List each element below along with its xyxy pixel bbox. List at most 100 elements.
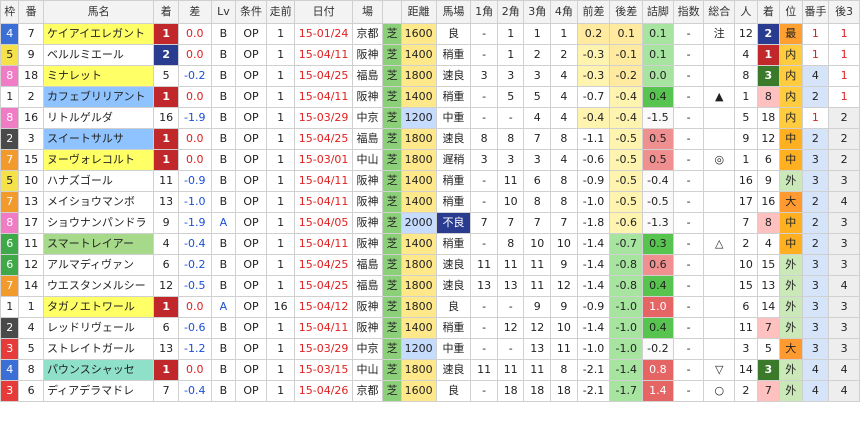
distance-cell: 1800 bbox=[400, 275, 437, 297]
table-row[interactable]: 1 2 カフェブリリアント 1 0.0 B OP 1 15-04/11 阪神芝 1400 稍重 -5 5 4… bbox=[0, 86, 860, 108]
column-header[interactable]: 後差 bbox=[609, 0, 644, 24]
table-row[interactable]: 2 4 レッドリヴェール 6 -0.6 B OP 1 15-04/11 阪神芝 1400 稍重 -12 1… bbox=[0, 317, 860, 339]
column-header[interactable]: 距離 bbox=[400, 0, 437, 24]
corner3-cell: 5 bbox=[523, 86, 552, 108]
prev-finish-cell: 14 bbox=[756, 296, 781, 318]
margin-cell: -0.2 bbox=[177, 65, 212, 87]
column-header[interactable]: 後3 bbox=[828, 0, 860, 24]
column-header[interactable]: 日付 bbox=[294, 0, 353, 24]
position-cell: 外 bbox=[779, 380, 803, 402]
table-row[interactable]: 8 16 リトルゲルダ 16 -1.9 B OP 1 15-03/29 中京芝 1200 中重 - -4 4… bbox=[0, 107, 860, 129]
back-diff-cell: -0.5 bbox=[609, 170, 644, 192]
overall-mark-cell bbox=[703, 44, 736, 66]
table-row[interactable]: 4 7 ケイアイエレガント 1 0.0 B OP 1 15-01/24 京都芝 1600 良 -1 1 1 0… bbox=[0, 23, 860, 45]
rank-cell: 3 bbox=[801, 149, 830, 171]
back-diff-cell: -0.8 bbox=[609, 254, 644, 276]
column-header[interactable]: 馬場 bbox=[435, 0, 472, 24]
column-header[interactable]: 着 bbox=[153, 0, 179, 24]
closing-cell: 0.1 bbox=[642, 23, 674, 45]
column-header[interactable]: 前差 bbox=[576, 0, 611, 24]
corner3-cell: 3 bbox=[523, 65, 552, 87]
column-header[interactable]: 番 bbox=[18, 0, 44, 24]
horse-name-cell: ベルルミエール bbox=[42, 44, 155, 66]
column-header[interactable]: 4角 bbox=[550, 0, 578, 24]
column-header[interactable] bbox=[382, 0, 402, 24]
table-row[interactable]: 3 5 ストレイトガール 13 -1.2 B OP 1 15-03/29 中京芝 1200 中重 - -1… bbox=[0, 338, 860, 360]
column-header[interactable]: 指数 bbox=[672, 0, 705, 24]
table-row[interactable]: 3 6 ディアデラマドレ 7 -0.4 B OP 1 15-04/26 京都芝 1600 良 -18 18… bbox=[0, 380, 860, 402]
column-header[interactable]: 馬名 bbox=[42, 0, 155, 24]
closing-cell: -0.2 bbox=[642, 338, 674, 360]
horse-number-cell: 15 bbox=[18, 149, 44, 171]
table-row[interactable]: 7 15 ヌーヴォレコルト 1 0.0 B OP 1 15-03/01 中山芝 1800 遅稍 3 3 3 4… bbox=[0, 149, 860, 171]
corner1-cell: - bbox=[470, 338, 498, 360]
overall-mark-cell bbox=[703, 65, 736, 87]
going-cell: 不良 bbox=[435, 212, 472, 234]
date-cell: 15-04/25 bbox=[294, 65, 353, 87]
column-header[interactable]: 条件 bbox=[235, 0, 267, 24]
corner1-cell: - bbox=[470, 107, 498, 129]
column-header[interactable]: 詰脚 bbox=[642, 0, 674, 24]
table-header-row: 枠番馬名着差 Lv 条件 走前 日付場距離 馬場 1角 2角 3角 4角 前差 後差 詰脚 指数 総合人着位… bbox=[0, 0, 860, 24]
table-row[interactable]: 8 18 ミナレット 5 -0.2 B OP 1 15-04/25 福島芝 1800 速良 3 3 3 4 -0… bbox=[0, 65, 860, 87]
column-header[interactable]: 人 bbox=[734, 0, 758, 24]
column-header[interactable]: 場 bbox=[351, 0, 384, 24]
overall-mark-cell: 注 bbox=[703, 23, 736, 45]
popularity-cell: 1 bbox=[734, 149, 758, 171]
margin-cell: 0.0 bbox=[177, 128, 212, 150]
column-header[interactable]: 2角 bbox=[496, 0, 525, 24]
margin-cell: -0.6 bbox=[177, 317, 212, 339]
popularity-cell: 7 bbox=[734, 212, 758, 234]
column-header[interactable]: 総合 bbox=[703, 0, 736, 24]
index-cell: - bbox=[672, 191, 705, 213]
finish-cell: 1 bbox=[153, 359, 179, 381]
horse-name-cell: ハナズゴール bbox=[42, 170, 155, 192]
column-header[interactable]: 1角 bbox=[470, 0, 498, 24]
margin-cell: -0.4 bbox=[177, 233, 212, 255]
table-row[interactable]: 2 3 スイートサルサ 1 0.0 B OP 1 15-04/25 福島芝 1800 速良 8 8 7 8 -1… bbox=[0, 128, 860, 150]
table-row[interactable]: 8 17 ショウナンパンドラ 9 -1.9 A OP 1 15-04/05 阪神芝 2000 不良 7 7… bbox=[0, 212, 860, 234]
track-cell: 福島 bbox=[351, 65, 384, 87]
column-header[interactable]: 枠 bbox=[0, 0, 20, 24]
class-cell: OP bbox=[235, 65, 267, 87]
corner1-cell: 8 bbox=[470, 128, 498, 150]
table-row[interactable]: 6 12 アルマディヴァン 6 -0.2 B OP 1 15-04/25 福島芝 1800 速良 11 1… bbox=[0, 254, 860, 276]
corner2-cell: 18 bbox=[496, 380, 525, 402]
corner4-cell: 8 bbox=[550, 359, 578, 381]
distance-cell: 1400 bbox=[400, 317, 437, 339]
position-cell: 外 bbox=[779, 296, 803, 318]
corner3-cell: 9 bbox=[523, 296, 552, 318]
column-header[interactable]: Lv bbox=[210, 0, 237, 24]
column-header[interactable]: 3角 bbox=[523, 0, 552, 24]
closing-cell: 1.4 bbox=[642, 380, 674, 402]
column-header[interactable]: 差 bbox=[177, 0, 212, 24]
track-cell: 阪神 bbox=[351, 296, 384, 318]
corner2-cell: 11 bbox=[496, 359, 525, 381]
level-cell: B bbox=[210, 275, 237, 297]
table-row[interactable]: 4 8 パウンスシャッセ 1 0.0 B OP 1 15-03/15 中山芝 1800 速良 11 11 1… bbox=[0, 359, 860, 381]
level-cell: B bbox=[210, 65, 237, 87]
corner4-cell: 4 bbox=[550, 65, 578, 87]
table-row[interactable]: 6 11 スマートレイアー 4 -0.4 B OP 1 15-04/11 阪神芝 1400 稍重 -8 1… bbox=[0, 233, 860, 255]
table-row[interactable]: 7 14 ウエスタンメルシー 12 -0.5 B OP 1 15-04/25 福島芝 1800 速良 1… bbox=[0, 275, 860, 297]
going-cell: 速良 bbox=[435, 275, 472, 297]
going-cell: 速良 bbox=[435, 359, 472, 381]
column-header[interactable]: 番手 bbox=[801, 0, 830, 24]
table-row[interactable]: 1 1 タガノエトワール 1 0.0 A OP 16 15-04/12 阪神芝 1800 良 - -9 9-… bbox=[0, 296, 860, 318]
column-header[interactable]: 着 bbox=[756, 0, 781, 24]
position-cell: 大 bbox=[779, 338, 803, 360]
table-row[interactable]: 7 13 メイショウマンボ 13 -1.0 B OP 1 15-04/11 阪神芝 1400 稍重 -1… bbox=[0, 191, 860, 213]
last3-cell: 3 bbox=[828, 254, 860, 276]
class-cell: OP bbox=[235, 23, 267, 45]
column-header[interactable]: 位 bbox=[779, 0, 803, 24]
table-row[interactable]: 5 9 ベルルミエール 2 0.0 B OP 1 15-04/11 阪神芝 1400 稍重 -1 2 2 -0… bbox=[0, 44, 860, 66]
corner2-cell: 11 bbox=[496, 254, 525, 276]
position-cell: 内 bbox=[779, 107, 803, 129]
date-cell: 15-04/05 bbox=[294, 212, 353, 234]
corner4-cell: 8 bbox=[550, 128, 578, 150]
gate-cell: 3 bbox=[0, 380, 20, 402]
table-row[interactable]: 5 10 ハナズゴール 11 -0.9 B OP 1 15-04/11 阪神芝 1400 稍重 -11 6… bbox=[0, 170, 860, 192]
position-cell: 外 bbox=[779, 359, 803, 381]
gate-cell: 7 bbox=[0, 149, 20, 171]
column-header[interactable]: 走前 bbox=[265, 0, 296, 24]
